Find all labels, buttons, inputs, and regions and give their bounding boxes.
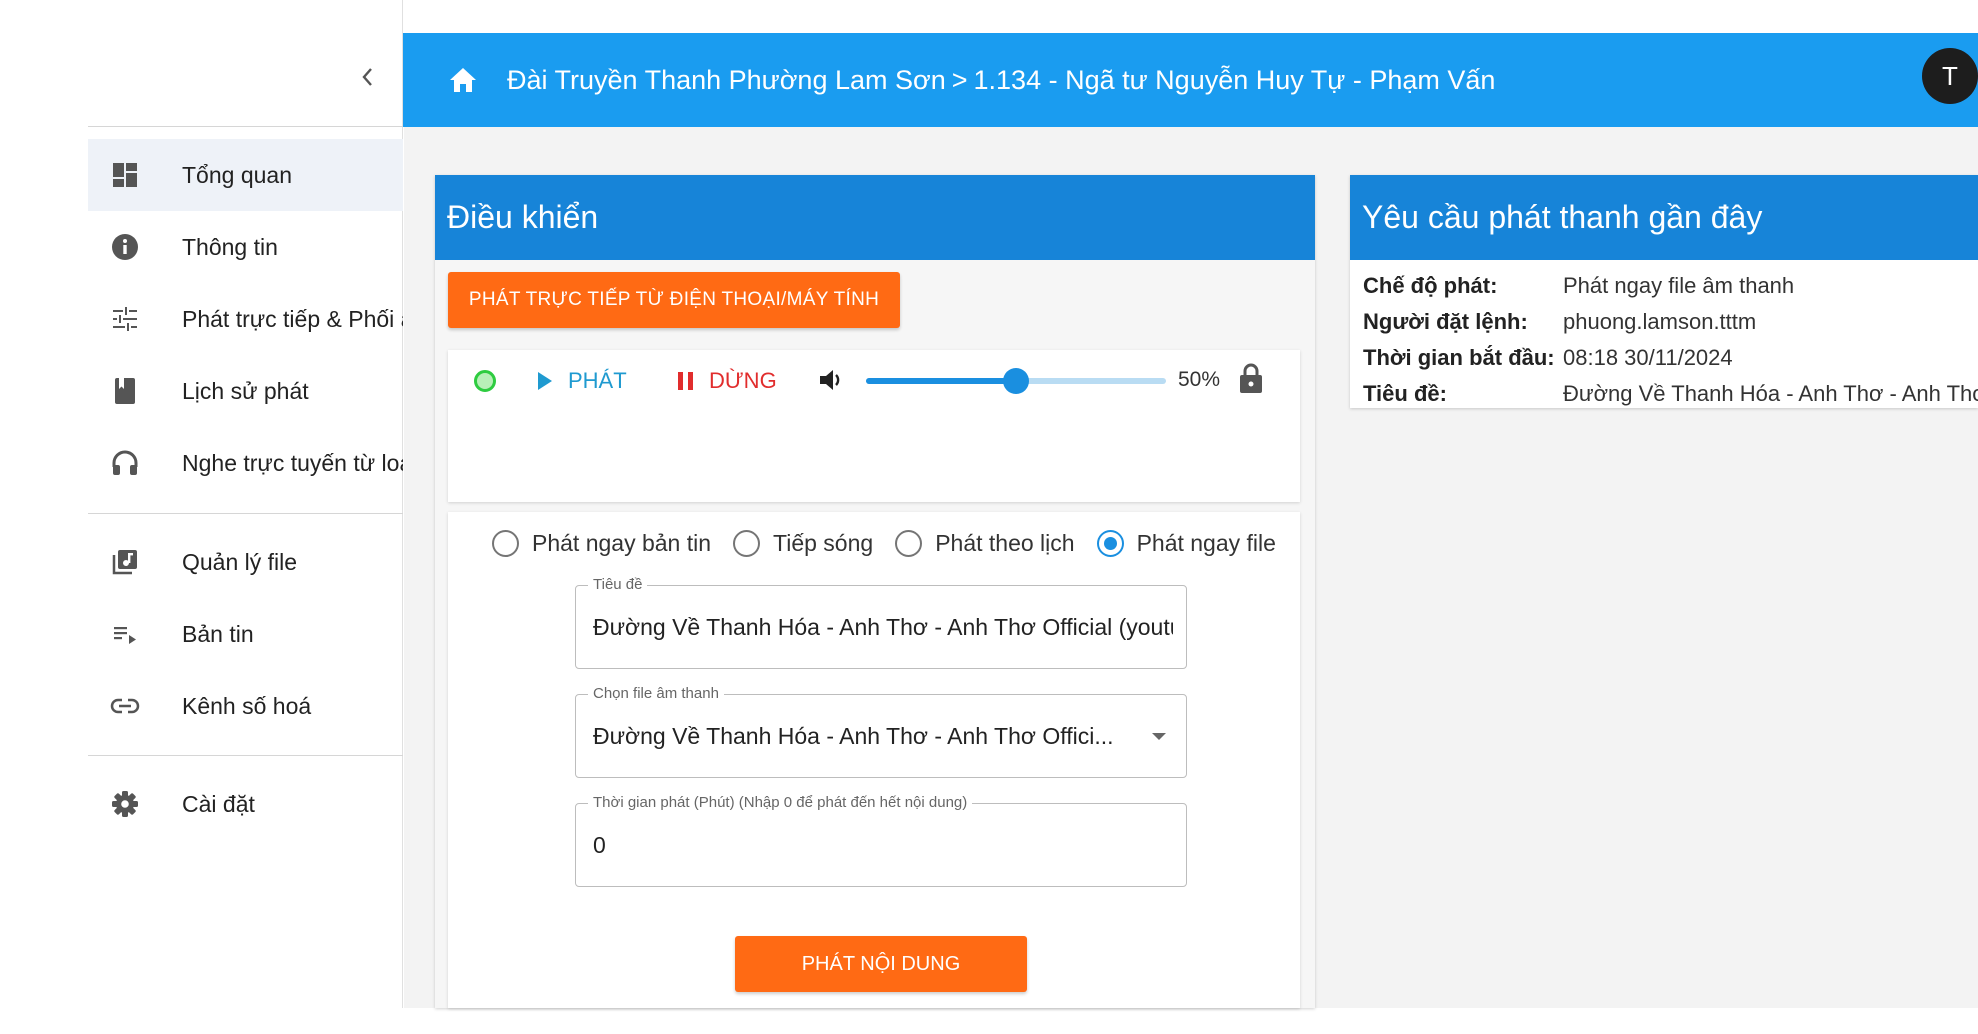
volume-value: 50% [1178, 368, 1221, 391]
duration-field-label: Thời gian phát (Phút) (Nhập 0 để phát đế… [588, 794, 973, 811]
sidebar-item-label: Thông tin [182, 233, 278, 260]
recent-request-details: Chế độ phát: Phát ngay file âm thanh Ngườ… [1350, 260, 1978, 412]
audio-file-select-label: Chọn file âm thanh [588, 685, 724, 702]
sidebar-item-news[interactable]: Bản tin [88, 598, 403, 670]
play-button[interactable]: PHÁT [538, 364, 627, 398]
recent-row-value: 08:18 30/11/2024 [1563, 345, 1733, 370]
play-label: PHÁT [568, 368, 627, 393]
sidebar-item-label: Kênh số hoá [182, 692, 312, 719]
title-field[interactable]: Tiêu đề Đường Về Thanh Hóa - Anh Thơ - A… [575, 576, 1187, 669]
recent-row-key: Thời gian bắt đầu: [1363, 345, 1555, 370]
sidebar-item-settings[interactable]: Cài đặt [88, 768, 403, 840]
sidebar-item-label: Quản lý file [182, 548, 298, 575]
sidebar-item-label: Tổng quan [182, 161, 292, 188]
audio-file-select[interactable]: Chọn file âm thanh Đường Về Thanh Hóa - … [575, 685, 1187, 778]
radio-label: Phát ngay file [1136, 530, 1276, 556]
link-icon [110, 691, 140, 721]
gear-icon [110, 789, 140, 819]
stop-label: DỪNG [709, 368, 777, 393]
mode-news-now[interactable]: Phát ngay bản tin [492, 530, 711, 557]
radio-label: Tiếp sóng [773, 530, 874, 556]
play-icon [538, 372, 552, 390]
broadcast-form: Phát ngay bản tin Tiếp sóng Phát theo lị… [448, 512, 1300, 1008]
volume-fill [866, 378, 1016, 384]
volume-thumb[interactable] [1003, 368, 1029, 394]
sidebar-item-file-manager[interactable]: Quản lý file [88, 526, 403, 598]
breadcrumb: Đài Truyền Thanh Phường Lam Sơn >1.134 - … [507, 65, 1495, 96]
book-icon [110, 376, 140, 406]
top-header: Đài Truyền Thanh Phường Lam Sơn >1.134 - … [403, 33, 1978, 127]
recent-row: Tiêu đề: Đường Về Thanh Hóa - Anh Thơ - A… [1363, 376, 1978, 412]
duration-field-value: 0 [593, 832, 606, 858]
dashboard-icon [110, 160, 140, 190]
audio-file-select-value: Đường Về Thanh Hóa - Anh Thơ - Anh Thơ O… [593, 723, 1114, 749]
sidebar-item-digital-channel[interactable]: Kênh số hoá [88, 670, 403, 742]
player-panel: PHÁT DỪNG 50% [448, 350, 1300, 502]
recent-row-value: Đường Về Thanh Hóa - Anh Thơ - Anh Thơ O… [1563, 381, 1978, 406]
lock-icon[interactable] [1238, 362, 1266, 396]
recent-row-key: Tiêu đề: [1363, 381, 1447, 406]
control-card-title: Điều khiển [435, 175, 1315, 260]
recent-row-value: Phát ngay file âm thanh [1563, 273, 1795, 298]
radio-label: Phát theo lịch [935, 530, 1075, 556]
breadcrumb-current: 1.134 - Ngã tư Nguyễn Huy Tự - Phạm Vấn [973, 64, 1496, 95]
radio-circle [733, 530, 761, 557]
recent-row-key: Chế độ phát: [1363, 273, 1498, 298]
sidebar-item-label: Phát trực tiếp & Phối âm [182, 305, 403, 332]
sidebar-item-label: Nghe trực tuyến từ loa [182, 449, 403, 476]
stop-button[interactable]: DỪNG [678, 364, 777, 398]
sidebar-item-overview[interactable]: Tổng quan [88, 139, 403, 211]
breadcrumb-separator: > [951, 64, 968, 95]
sidebar-divider [88, 126, 403, 127]
sidebar: Tổng quan Thông tin Phát trực tiếp & Phố… [0, 0, 403, 1008]
title-field-label: Tiêu đề [588, 576, 648, 593]
recent-card-title: Yêu cầu phát thanh gần đây [1350, 175, 1978, 260]
breadcrumb-root[interactable]: Đài Truyền Thanh Phường Lam Sơn [507, 65, 946, 95]
sidebar-item-label: Lịch sử phát [182, 377, 309, 404]
avatar[interactable]: T [1922, 48, 1978, 104]
sidebar-item-info[interactable]: Thông tin [88, 211, 403, 283]
mode-file-now[interactable]: Phát ngay file [1096, 530, 1276, 557]
collapse-sidebar-button[interactable] [352, 62, 382, 92]
sidebar-item-label: Bản tin [182, 620, 254, 647]
recent-requests-card: Yêu cầu phát thanh gần đây Chế độ phát: P… [1350, 175, 1978, 408]
title-field-value: Đường Về Thanh Hóa - Anh Thơ - Anh Thơ O… [593, 614, 1173, 640]
sidebar-item-listen-online[interactable]: Nghe trực tuyến từ loa [88, 427, 403, 499]
recent-row-key: Người đặt lệnh: [1363, 309, 1528, 334]
broadcast-content-button[interactable]: PHÁT NỘI DUNG [735, 936, 1027, 992]
mode-scheduled[interactable]: Phát theo lịch [895, 530, 1075, 557]
radio-label: Phát ngay bản tin [532, 530, 712, 556]
live-broadcast-button[interactable]: PHÁT TRỰC TIẾP TỪ ĐIỆN THOẠI/MÁY TÍNH [448, 272, 900, 328]
sidebar-item-history[interactable]: Lịch sử phát [88, 355, 403, 427]
chevron-left-icon [362, 68, 372, 86]
recent-row-value: phuong.lamson.tttm [1563, 309, 1757, 334]
sidebar-divider [88, 513, 403, 514]
control-card: Điều khiển PHÁT TRỰC TIẾP TỪ ĐIỆN THOẠI/… [435, 175, 1315, 1008]
mode-relay[interactable]: Tiếp sóng [733, 530, 873, 557]
broadcast-mode-group: Phát ngay bản tin Tiếp sóng Phát theo lị… [492, 530, 1298, 557]
volume-slider[interactable] [866, 368, 1166, 394]
library-music-icon [110, 547, 140, 577]
home-icon[interactable] [445, 62, 481, 98]
recent-row: Chế độ phát: Phát ngay file âm thanh [1363, 268, 1978, 304]
pause-icon [678, 372, 693, 390]
status-indicator [474, 370, 496, 392]
duration-field[interactable]: Thời gian phát (Phút) (Nhập 0 để phát đế… [575, 794, 1187, 887]
sidebar-item-label: Cài đặt [182, 790, 255, 817]
chevron-down-icon[interactable] [1152, 733, 1166, 740]
sidebar-divider [88, 755, 403, 756]
headphones-icon [110, 448, 140, 478]
sidebar-item-live-mix[interactable]: Phát trực tiếp & Phối âm [88, 283, 403, 355]
radio-circle [895, 530, 923, 557]
playlist-play-icon [110, 619, 140, 649]
radio-circle [492, 530, 519, 557]
recent-row: Người đặt lệnh: phuong.lamson.tttm [1363, 304, 1978, 340]
mixer-sliders-icon [110, 304, 140, 334]
info-icon [110, 232, 140, 262]
radio-circle [1096, 530, 1124, 557]
volume-icon[interactable] [816, 365, 846, 395]
recent-row: Thời gian bắt đầu: 08:18 30/11/2024 [1363, 340, 1978, 376]
